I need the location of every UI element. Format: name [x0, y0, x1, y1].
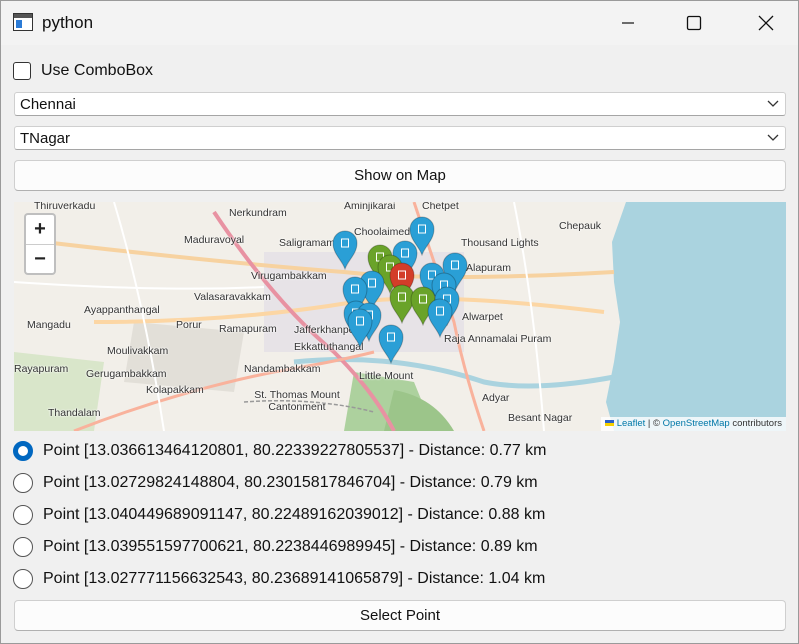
map-place-label: Raja Annamalai Puram [444, 333, 552, 345]
map-place-label: Chepauk [559, 220, 602, 232]
close-button[interactable] [743, 1, 789, 45]
point-label: Point [13.027771156632543, 80.2368914106… [43, 570, 546, 587]
map-place-label: Mangadu [27, 319, 71, 331]
city-dropdown[interactable]: Chennai [14, 92, 786, 116]
point-option[interactable]: Point [13.040449689091147, 80.2248916203… [13, 503, 545, 527]
blue-map-marker-icon[interactable] [347, 308, 373, 349]
point-label: Point [13.039551597700621, 80.2238446989… [43, 538, 538, 555]
map-place-label: Porur [176, 319, 202, 331]
use-combobox-label: Use ComboBox [41, 62, 154, 79]
zoom-in-button[interactable]: + [26, 215, 54, 245]
point-radio-button[interactable] [13, 441, 33, 461]
point-label: Point [13.040449689091147, 80.2248916203… [43, 506, 546, 523]
zoom-out-button[interactable]: − [26, 245, 54, 274]
map-place-label: Chetpet [422, 202, 459, 212]
map-place-label: Aminjikarai [344, 202, 396, 212]
area-dropdown[interactable]: TNagar [14, 126, 786, 150]
map-place-label: Ayappanthangal [84, 304, 160, 316]
blue-map-marker-icon[interactable] [427, 298, 453, 339]
point-radio-button[interactable] [13, 505, 33, 525]
map-place-label: Virugambakkam [251, 270, 327, 282]
point-label: Point [13.02729824148804, 80.23015817846… [43, 474, 538, 491]
close-icon [758, 15, 774, 31]
use-combobox-checkbox[interactable] [13, 62, 31, 80]
point-option[interactable]: Point [13.027771156632543, 80.2368914106… [13, 567, 545, 591]
maximize-icon [686, 15, 702, 31]
map-place-label: Alwarpet [462, 311, 503, 323]
map-place-label: Choolaimedu [354, 226, 416, 238]
show-on-map-button[interactable]: Show on Map [14, 160, 786, 191]
map-place-label: Rayapuram [14, 363, 69, 375]
leaflet-link[interactable]: Leaflet [617, 418, 646, 429]
point-option[interactable]: Point [13.039551597700621, 80.2238446989… [13, 535, 538, 559]
window-title: python [42, 13, 94, 32]
point-radio-button[interactable] [13, 473, 33, 493]
openstreetmap-link[interactable]: OpenStreetMap [663, 418, 730, 429]
chevron-down-icon [767, 134, 779, 141]
map-place-label: Little Mount [359, 370, 414, 382]
app-window: python Use ComboBox Chennai TNagar Show … [0, 0, 799, 644]
attribution-separator: | © [645, 418, 663, 429]
point-option[interactable]: Point [13.036613464120801, 80.2233922780… [13, 439, 547, 463]
minimize-button[interactable] [605, 1, 651, 45]
minimize-icon [622, 22, 634, 24]
map-place-label: Ramapuram [219, 323, 277, 335]
area-dropdown-value: TNagar [20, 130, 71, 147]
map-place-label: Gerugambakkam [86, 368, 167, 380]
map-place-label: Nerkundram [229, 207, 287, 219]
chevron-down-icon [767, 100, 779, 107]
select-point-button[interactable]: Select Point [14, 600, 786, 631]
attribution-suffix: contributors [729, 418, 782, 429]
point-option[interactable]: Point [13.02729824148804, 80.23015817846… [13, 471, 538, 495]
map-place-label: Valasaravakkam [194, 291, 271, 303]
map-view[interactable]: + − Thiruverkadu Nerkundram Aminjikarai … [14, 202, 786, 431]
map-place-label: Adyar [482, 392, 510, 404]
map-place-label: Thousand Lights [461, 237, 539, 249]
map-place-label: Maduravoyal [184, 234, 245, 246]
map-attribution: Leaflet | © OpenStreetMap contributors [600, 417, 786, 431]
blue-map-marker-icon[interactable] [332, 230, 358, 271]
maximize-button[interactable] [671, 1, 717, 45]
map-place-label: Moulivakkam [107, 345, 169, 357]
city-dropdown-value: Chennai [20, 96, 76, 113]
point-label: Point [13.036613464120801, 80.2233922780… [43, 442, 547, 459]
map-place-label: Kolapakkam [146, 384, 204, 396]
map-place-label: St. Thomas Mount Cantonment [254, 389, 340, 413]
map-place-label: Nandambakkam [244, 363, 321, 375]
map-place-label: Thandalam [48, 407, 101, 419]
point-radio-button[interactable] [13, 569, 33, 589]
title-bar: python [1, 1, 798, 45]
use-combobox-row[interactable]: Use ComboBox [13, 60, 153, 82]
map-place-label: Thiruverkadu [34, 202, 96, 212]
map-place-label: Alapuram [466, 262, 511, 274]
python-app-icon [13, 13, 33, 31]
zoom-control: + − [24, 213, 56, 275]
ukraine-flag-icon [604, 420, 614, 427]
map-place-label: Besant Nagar [508, 412, 573, 424]
blue-map-marker-icon[interactable] [378, 324, 404, 365]
map-place-label: Saligramam [279, 237, 336, 249]
point-radio-button[interactable] [13, 537, 33, 557]
